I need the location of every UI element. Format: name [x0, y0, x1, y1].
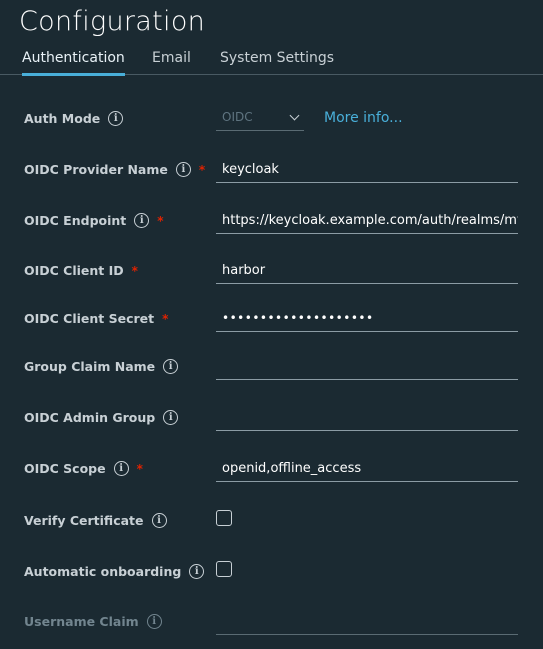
required-marker: * — [131, 263, 138, 278]
info-icon[interactable]: i — [151, 513, 167, 528]
automatic-onboarding-label: Automatic onboarding i — [24, 564, 205, 579]
info-icon[interactable]: i — [163, 410, 179, 425]
verify-certificate-checkbox[interactable] — [216, 510, 232, 526]
info-icon[interactable]: i — [134, 213, 150, 228]
more-info-link[interactable]: More info... — [324, 110, 403, 126]
oidc-client-id-input[interactable]: harbor — [216, 256, 518, 284]
oidc-client-secret-row: OIDC Client Secret * •••••••••••••••••••… — [0, 304, 543, 334]
group-claim-name-input[interactable] — [216, 352, 518, 380]
info-icon[interactable]: i — [113, 461, 129, 476]
auth-mode-select[interactable]: OIDC — [216, 107, 304, 131]
oidc-admin-group-input[interactable] — [216, 403, 518, 431]
required-marker: * — [136, 461, 143, 476]
oidc-endpoint-input[interactable]: https://keycloak.example.com/auth/realms… — [216, 206, 518, 234]
group-claim-name-label: Group Claim Name i — [24, 359, 179, 374]
oidc-scope-row: OIDC Scope i * openid,offline_access — [0, 454, 543, 484]
chevron-down-icon — [289, 110, 300, 121]
info-icon[interactable]: i — [163, 359, 179, 374]
verify-certificate-label: Verify Certificate i — [24, 513, 167, 528]
tab-system-settings[interactable]: System Settings — [220, 50, 334, 75]
oidc-client-id-label: OIDC Client ID * — [24, 263, 138, 278]
config-tabs: Authentication Email System Settings — [0, 50, 543, 76]
oidc-provider-name-row: OIDC Provider Name i * keycloak — [0, 155, 543, 185]
oidc-admin-group-row: OIDC Admin Group i — [0, 403, 543, 433]
oidc-provider-name-label: OIDC Provider Name i * — [24, 162, 206, 177]
oidc-endpoint-row: OIDC Endpoint i * https://keycloak.examp… — [0, 206, 543, 236]
automatic-onboarding-row: Automatic onboarding i — [0, 557, 543, 587]
required-marker: * — [157, 213, 164, 228]
group-claim-name-row: Group Claim Name i — [0, 352, 543, 382]
oidc-admin-group-label: OIDC Admin Group i — [24, 410, 179, 425]
automatic-onboarding-checkbox[interactable] — [216, 561, 232, 577]
auth-mode-row: Auth Mode i OIDC More info... — [0, 104, 543, 134]
username-claim-input[interactable] — [216, 607, 518, 635]
username-claim-label: Username Claim i — [24, 614, 162, 629]
info-icon[interactable]: i — [146, 614, 162, 629]
oidc-client-id-row: OIDC Client ID * harbor — [0, 256, 543, 286]
oidc-client-secret-input[interactable]: •••••••••••••••••••• — [216, 304, 518, 332]
page-title: Configuration — [19, 6, 206, 37]
verify-certificate-row: Verify Certificate i — [0, 506, 543, 536]
oidc-scope-input[interactable]: openid,offline_access — [216, 454, 518, 482]
info-icon[interactable]: i — [108, 111, 124, 126]
tab-email[interactable]: Email — [152, 50, 191, 75]
required-marker: * — [162, 311, 169, 326]
auth-mode-label: Auth Mode i — [24, 111, 124, 126]
oidc-client-secret-label: OIDC Client Secret * — [24, 311, 169, 326]
tab-authentication[interactable]: Authentication — [22, 50, 125, 76]
required-marker: * — [198, 162, 206, 177]
username-claim-row: Username Claim i — [0, 607, 543, 637]
oidc-scope-label: OIDC Scope i * — [24, 461, 143, 476]
oidc-endpoint-label: OIDC Endpoint i * — [24, 213, 164, 228]
oidc-provider-name-input[interactable]: keycloak — [216, 155, 518, 183]
info-icon[interactable]: i — [175, 162, 191, 177]
info-icon[interactable]: i — [189, 564, 205, 579]
